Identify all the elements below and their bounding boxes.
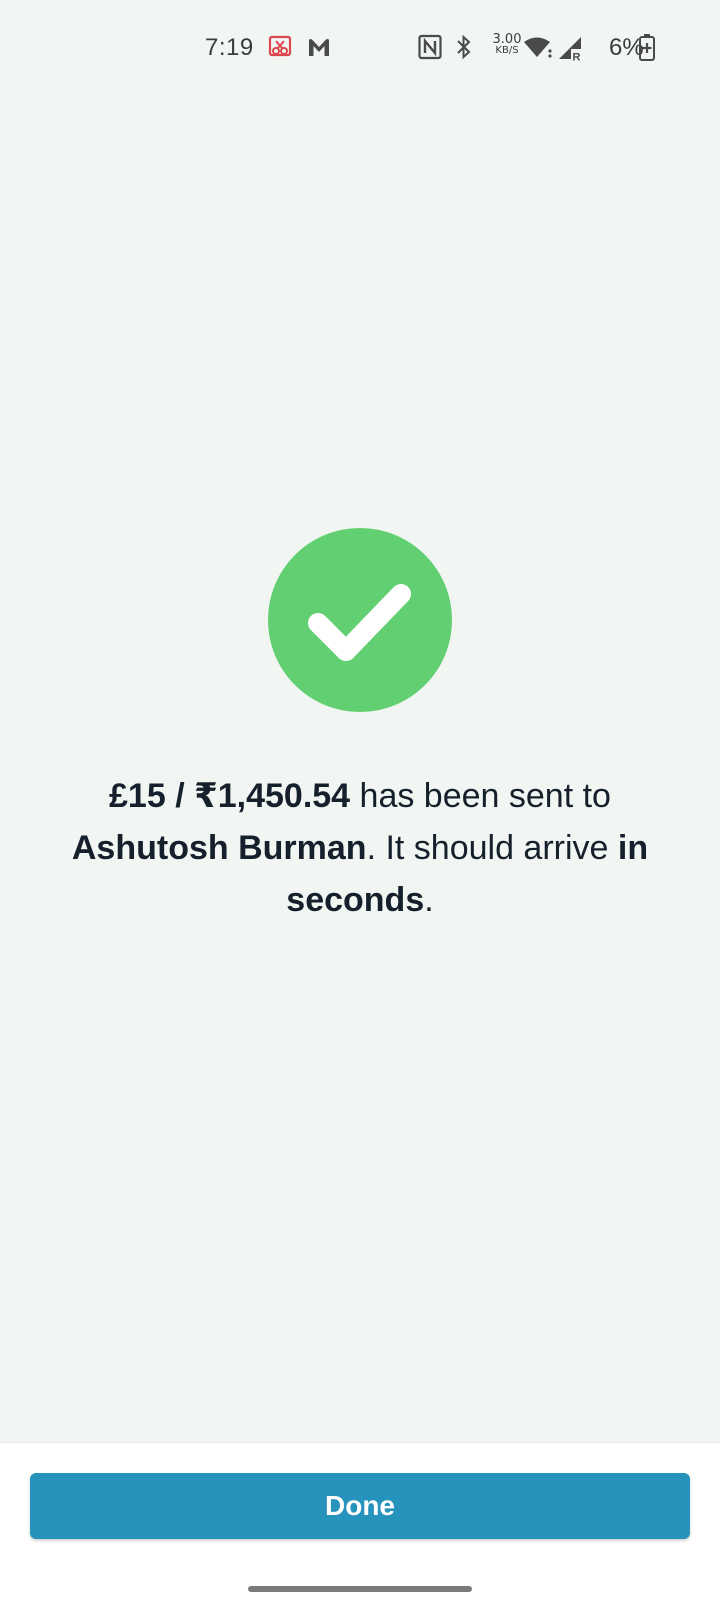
signal-roaming-label: R bbox=[573, 52, 581, 64]
footer: Done bbox=[0, 1442, 720, 1601]
message-text-end: . bbox=[424, 881, 434, 919]
bluetooth-icon bbox=[455, 34, 473, 65]
screenshot-icon bbox=[268, 34, 294, 65]
success-circle bbox=[268, 528, 452, 712]
done-button[interactable]: Done bbox=[30, 1473, 690, 1539]
checkmark-icon bbox=[308, 584, 411, 661]
message-text-arrive: . It should arrive bbox=[366, 829, 618, 867]
home-indicator[interactable] bbox=[248, 1586, 472, 1592]
signal-icon: R bbox=[557, 35, 585, 68]
battery-charging-icon bbox=[638, 33, 656, 68]
network-speed: 3.00 KB/S bbox=[489, 32, 525, 56]
network-speed-value: 3.00 bbox=[492, 32, 522, 47]
message-text-sent: has been sent to bbox=[350, 777, 611, 815]
transfer-amount: £15 / ₹1,450.54 bbox=[109, 777, 351, 815]
recipient-name: Ashutosh Burman bbox=[71, 829, 367, 867]
success-message: £15 / ₹1,450.54 has been sent to Ashutos… bbox=[50, 770, 670, 926]
status-bar: 7:19 3.00 KB/S R 6% bbox=[0, 0, 720, 96]
gmail-icon bbox=[306, 36, 332, 63]
status-time: 7:19 bbox=[205, 34, 254, 61]
nfc-icon bbox=[418, 34, 442, 65]
wifi-icon bbox=[523, 36, 553, 65]
